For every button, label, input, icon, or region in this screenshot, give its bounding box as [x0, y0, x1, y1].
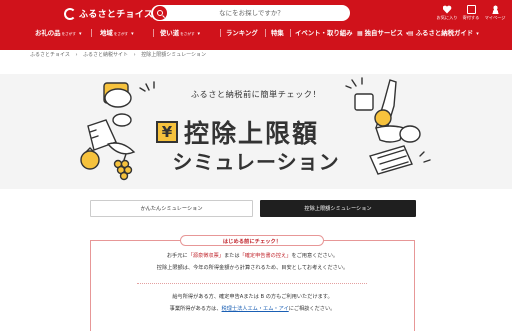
nav-label: イベント・取り組み: [295, 29, 353, 37]
nav-sub-label: をさがす: [113, 32, 129, 36]
chevron-down-icon: ▾: [197, 31, 201, 37]
tab-simple-simulation[interactable]: かんたんシミュレーション: [90, 200, 253, 217]
nav-item-services[interactable]: ▦ 独自サービス ▾: [357, 28, 409, 37]
mypage-label: マイページ: [484, 15, 506, 20]
hero-banner: ふるさと納税前に簡単チェック！ ¥ 控除上限額 シミュレーション: [0, 74, 512, 189]
search-icon[interactable]: [153, 6, 167, 20]
breadcrumb-link-site[interactable]: ふるさと納税サイト: [83, 52, 128, 58]
nav-label: 特集: [271, 29, 284, 37]
nav-label: ふるさと納税ガイド: [415, 29, 474, 37]
nav-item-guide[interactable]: ▤ ふるさと納税ガイド ▾: [408, 28, 479, 37]
grid-icon: ▦: [357, 30, 363, 37]
nav-divider: [220, 29, 221, 37]
chevron-down-icon: ▾: [131, 31, 134, 37]
nav-label: 使い道: [160, 29, 180, 37]
chevron-down-icon: ▾: [78, 31, 82, 37]
highlight-text: 「確定申告書の控え」: [239, 253, 292, 259]
favorites-label: お気に入り: [436, 15, 458, 20]
hero-title-text: 控除上限額: [184, 119, 320, 148]
nav-item-ranking[interactable]: ランキング: [226, 28, 258, 37]
nav-label: 地域: [100, 29, 113, 37]
highlight-text: 「源泉徴収票」: [187, 253, 224, 259]
text: または: [223, 253, 240, 259]
tax-office-link[interactable]: 税理士法人エム・エム・アイ: [222, 306, 289, 312]
nav-sub-label: をさがす: [61, 32, 76, 36]
main-nav: お礼の品 をさがす ▾ 地域 をさがす ▾ 使い道 をさがす ▾ ランキング 特集 イベント…: [0, 26, 512, 40]
nav-sub-label: をさがす: [180, 32, 195, 36]
nav-divider: [290, 29, 291, 37]
donate-link[interactable]: 寄付する: [460, 5, 482, 21]
nav-divider: [265, 29, 266, 37]
heart-icon: [443, 5, 452, 14]
book-icon: ▤: [408, 30, 414, 37]
nav-item-gifts[interactable]: お礼の品 をさがす ▾: [35, 28, 81, 37]
site-header: ふるさとチョイス お気に入り 寄付する マイページ お礼の品をさがす▾ 地域をさ…: [0, 0, 512, 50]
hero-tagline: ふるさと納税前に簡単チェック！: [190, 89, 322, 99]
donate-label: 寄付する: [462, 15, 480, 20]
vegetable-icon: [112, 113, 132, 127]
search-input[interactable]: [167, 6, 350, 20]
nav-label: ランキング: [226, 29, 258, 37]
hero-subtitle: シミュレーション: [172, 150, 340, 174]
breadcrumb-separator: ›: [75, 52, 78, 58]
check-panel-title: はじめる前にチェック！: [180, 235, 324, 246]
breadcrumb-current: 控除上限額シミュレーション: [141, 52, 207, 58]
text: 事業所得がある方は、: [169, 306, 222, 312]
nav-divider: [91, 29, 92, 37]
favorites-link[interactable]: お気に入り: [436, 5, 458, 21]
site-logo[interactable]: ふるさとチョイス: [64, 7, 153, 20]
search-bar[interactable]: [151, 5, 350, 21]
egg-icon: [374, 109, 392, 127]
check-line-estimate: 控除上限額は、今年の所得金額から計算されるため、目安としてお考えください。: [156, 265, 349, 271]
user-icon: [490, 5, 500, 14]
sparkle-icon: [345, 77, 363, 89]
nav-divider: [153, 29, 154, 37]
chevron-down-icon: ▾: [476, 31, 479, 37]
breadcrumb-separator: ›: [133, 52, 136, 58]
nav-label: 独自サービス: [364, 29, 404, 37]
nav-item-events[interactable]: イベント・取り組み: [295, 28, 353, 37]
tab-detailed-simulation[interactable]: 控除上限額シミュレーション: [260, 200, 416, 217]
logo-text: ふるさとチョイス: [79, 10, 154, 20]
glass-icon: [399, 125, 421, 143]
nav-item-regions[interactable]: 地域 をさがす ▾: [100, 28, 134, 37]
breadcrumb: ふるさとチョイス › ふるさと納税サイト › 控除上限額シミュレーション: [30, 51, 210, 58]
logo-mark-icon: [64, 7, 76, 20]
document-icon: [466, 5, 476, 14]
nav-item-features[interactable]: 特集: [271, 28, 284, 37]
check-line-documents: お手元に「源泉徴収票」または「確定申告書の控え」をご用意ください。: [90, 252, 415, 259]
text: にご相談ください。: [288, 306, 336, 312]
check-line-business: 事業所得がある方は、税理士法人エム・エム・アイにご相談ください。: [90, 305, 415, 312]
yen-icon: ¥: [156, 121, 178, 143]
text: お手元に: [166, 253, 188, 259]
check-line-salary: 給与所得がある方、確定申告Aまたは B の方もご利用いただけます。: [172, 294, 333, 300]
divider: [137, 283, 367, 284]
mypage-link[interactable]: マイページ: [484, 5, 506, 21]
breadcrumb-link-top[interactable]: ふるさとチョイス: [30, 52, 70, 58]
nav-label: お礼の品: [35, 29, 61, 37]
nav-item-usage[interactable]: 使い道 をさがす ▾: [160, 28, 200, 37]
hero-title: ¥ 控除上限額: [156, 114, 319, 150]
text: をご用意ください。: [291, 253, 339, 259]
